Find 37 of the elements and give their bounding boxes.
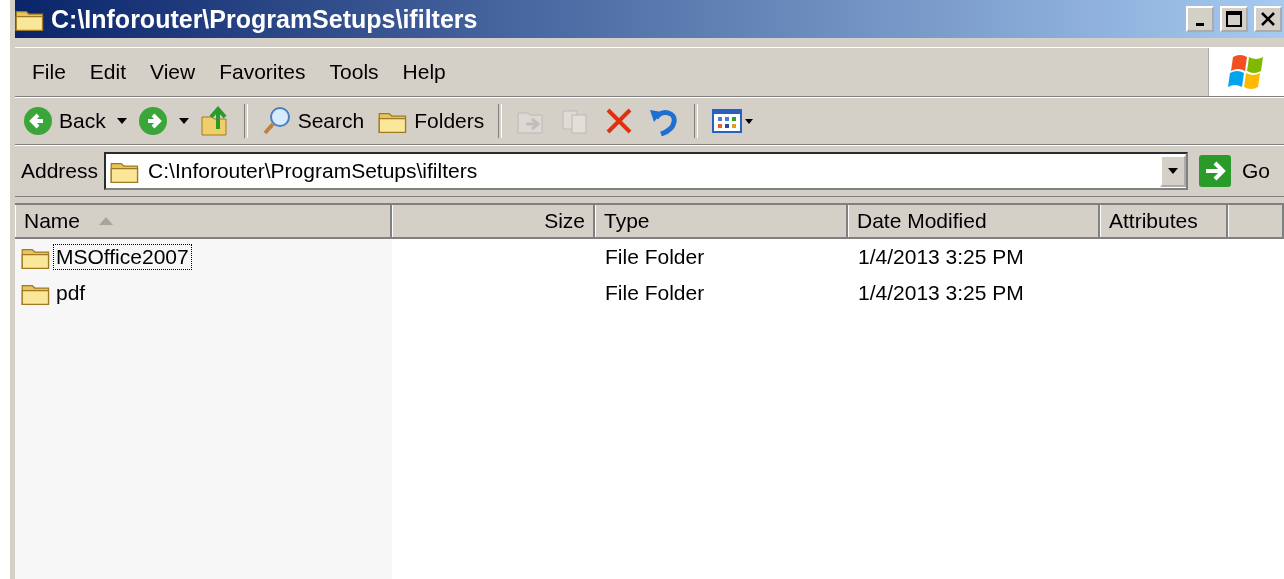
close-icon — [1260, 11, 1276, 27]
column-header[interactable]: Type — [595, 205, 848, 237]
minimize-icon — [1196, 22, 1204, 26]
table-cell: File Folder — [605, 281, 705, 304]
column-header[interactable]: Size — [392, 205, 595, 237]
column-header[interactable]: Attributes — [1100, 205, 1228, 237]
dropdown-button[interactable] — [1160, 155, 1186, 187]
go-button[interactable]: Go — [1194, 154, 1284, 188]
minimize-button[interactable] — [1186, 6, 1214, 32]
caret-icon — [1167, 167, 1179, 175]
table-cell: File Folder — [605, 245, 705, 268]
table-cell: 1/4/2013 3:25 PM — [858, 281, 1024, 304]
menu-item[interactable]: View — [139, 56, 207, 88]
address-field[interactable]: C:\Inforouter\ProgramSetups\ifilters — [104, 152, 1188, 190]
search-icon — [261, 106, 292, 136]
folder-up-icon — [199, 105, 230, 137]
menu-item[interactable]: Edit — [78, 56, 138, 88]
views-icon — [712, 108, 755, 134]
menu-item[interactable]: Favorites — [208, 56, 317, 88]
table-cell: 1/4/2013 3:25 PM — [858, 245, 1024, 268]
folders-button[interactable]: Folders — [374, 106, 489, 136]
back-button[interactable]: Back — [19, 104, 110, 138]
search-button[interactable]: Search — [257, 104, 369, 138]
menu-item[interactable]: Help — [391, 56, 457, 88]
menu-item[interactable]: Tools — [318, 56, 390, 88]
maximize-icon — [1226, 11, 1242, 27]
column-header[interactable]: Date Modified — [848, 205, 1100, 237]
address-label: Address — [21, 159, 99, 183]
close-button[interactable] — [1254, 6, 1282, 32]
file-name[interactable]: MSOffice2007 — [53, 244, 192, 270]
file-name[interactable]: pdf — [53, 280, 89, 306]
column-header[interactable]: Name — [15, 205, 392, 237]
maximize-button[interactable] — [1220, 6, 1248, 32]
menu-item[interactable]: File — [21, 56, 77, 88]
window-title: C:\Inforouter\ProgramSetups\ifilters — [51, 4, 479, 34]
caret-icon[interactable] — [177, 117, 190, 125]
caret-icon[interactable] — [115, 117, 128, 125]
